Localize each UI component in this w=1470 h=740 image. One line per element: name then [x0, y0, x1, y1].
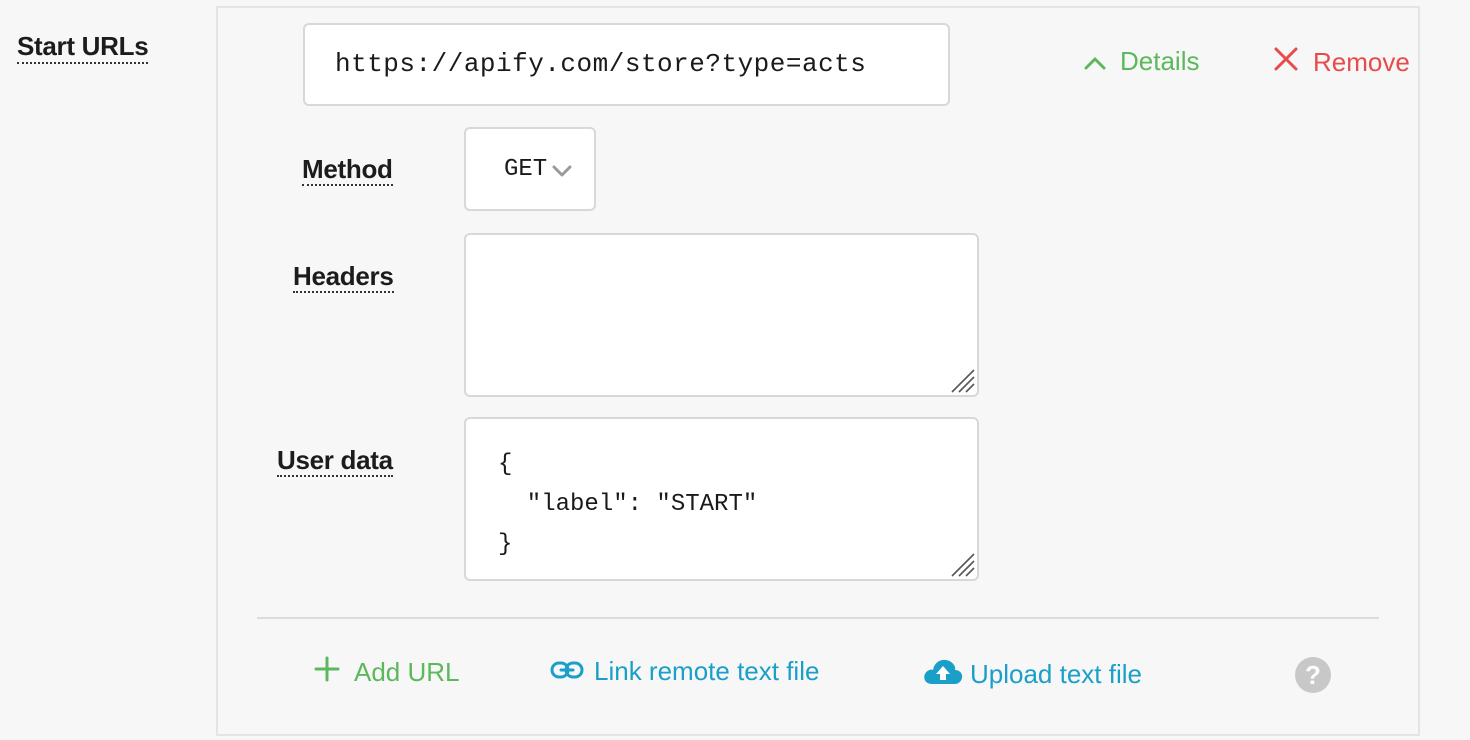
upload-label: Upload text file — [970, 659, 1142, 689]
add-url-button[interactable]: Add URL — [314, 656, 460, 689]
method-label: Method — [302, 154, 393, 186]
resize-grip-icon[interactable] — [948, 550, 976, 583]
link-icon — [550, 656, 584, 687]
divider — [257, 617, 1379, 619]
method-select[interactable]: GET — [464, 127, 596, 211]
details-button[interactable]: Details — [1084, 46, 1199, 77]
details-label: Details — [1120, 46, 1200, 76]
method-value: GET — [504, 155, 548, 183]
user-data-textarea[interactable]: { "label": "START" } — [464, 417, 979, 581]
headers-label: Headers — [293, 261, 394, 293]
url-input[interactable]: https://apify.com/store?type=acts — [303, 23, 950, 106]
close-icon — [1273, 46, 1299, 79]
user-data-label: User data — [277, 445, 393, 477]
chevron-up-icon — [1084, 46, 1106, 77]
question-mark-icon[interactable]: ? — [1295, 657, 1331, 693]
remove-label: Remove — [1313, 47, 1410, 77]
upload-file-button[interactable]: Upload text file — [922, 656, 1142, 693]
remove-button[interactable]: Remove — [1273, 46, 1410, 79]
start-urls-label: Start URLs — [17, 30, 149, 64]
link-remote-label: Link remote text file — [594, 656, 820, 686]
link-remote-file-button[interactable]: Link remote text file — [550, 656, 819, 687]
chevron-down-icon — [552, 159, 572, 186]
add-url-label: Add URL — [354, 657, 460, 687]
plus-icon — [314, 656, 340, 689]
cloud-upload-icon — [922, 656, 964, 693]
headers-textarea[interactable] — [464, 233, 979, 397]
